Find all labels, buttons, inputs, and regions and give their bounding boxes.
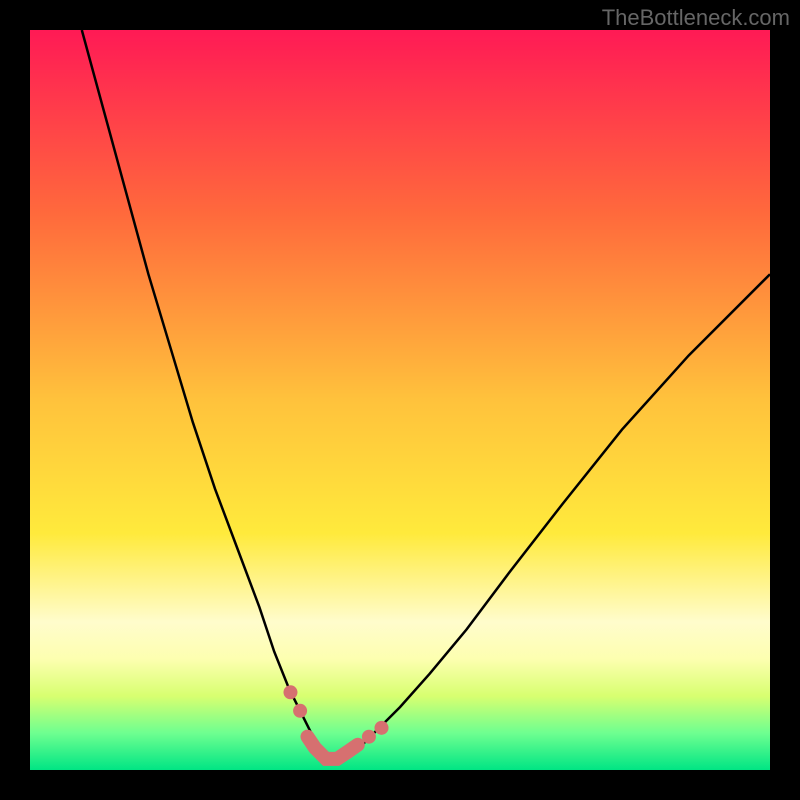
data-point xyxy=(375,721,389,735)
data-point xyxy=(293,704,307,718)
root: TheBottleneck.com xyxy=(0,0,800,800)
chart-svg xyxy=(30,30,770,770)
data-point xyxy=(283,685,297,699)
data-point xyxy=(362,730,376,744)
chart-plot xyxy=(30,30,770,770)
chart-background xyxy=(30,30,770,770)
watermark-text: TheBottleneck.com xyxy=(602,5,790,31)
